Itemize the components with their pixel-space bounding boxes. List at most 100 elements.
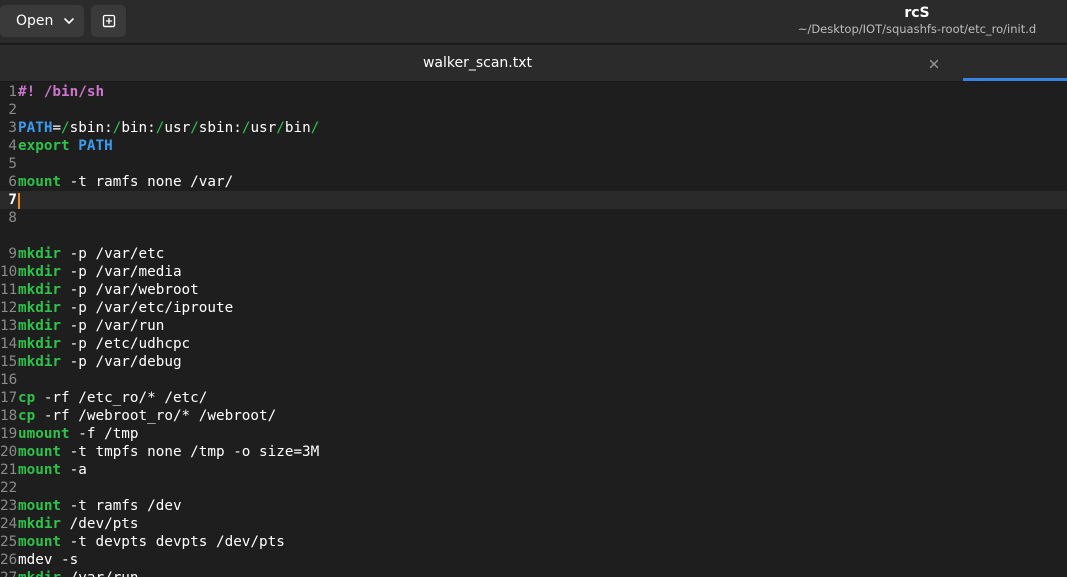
code-line[interactable]: 8 [0,209,1067,227]
code-token: -t ramfs none /var/ [61,174,234,190]
code-token: mkdir [18,318,62,334]
code-text: mount -t tmpfs none /tmp -o size=3M [17,443,319,461]
code-token: mount [18,444,62,460]
code-line[interactable]: 25 mount -t devpts devpts /dev/pts [0,533,1067,551]
code-line[interactable]: 14 mkdir -p /etc/udhcpc [0,335,1067,353]
code-line[interactable]: 20 mount -t tmpfs none /tmp -o size=3M [0,443,1067,461]
code-token: mount [18,462,62,478]
active-tab-indicator [963,78,1067,81]
line-number [0,227,17,245]
tab-walker-scan[interactable]: walker_scan.txt [0,45,955,81]
code-token: export [18,138,70,154]
code-line[interactable]: 2 [0,101,1067,119]
code-token: = [52,120,62,136]
code-text: mkdir -p /var/etc [17,245,164,263]
code-line[interactable]: 9 mkdir -p /var/etc [0,245,1067,263]
code-token: cp [18,390,36,406]
code-token: mount [18,534,62,550]
code-line[interactable]: 24 mkdir /dev/pts [0,515,1067,533]
code-line[interactable]: 15 mkdir -p /var/debug [0,353,1067,371]
code-text: PATH=/sbin:/bin:/usr/sbin:/usr/bin/ [17,119,319,137]
code-line[interactable]: 26 mdev -s [0,551,1067,569]
code-line[interactable]: 21 mount -a [0,461,1067,479]
code-line[interactable]: 22 [0,479,1067,497]
code-token: -rf /etc_ro/* /etc/ [35,390,208,406]
code-line[interactable]: 1 #! /bin/sh [0,83,1067,101]
code-token: mount [18,174,62,190]
code-text: mount -t ramfs none /var/ [17,173,233,191]
code-line[interactable]: 5 [0,155,1067,173]
code-token: -p /var/run [61,318,165,334]
line-number: 26 [0,552,18,568]
text-editor[interactable]: 1 #! /bin/sh 2 3 PATH=/sbin:/bin:/usr/sbin:/… [0,82,1067,577]
open-button[interactable]: Open [0,5,84,37]
code-text: umount -f /tmp [17,425,139,443]
new-tab-button[interactable] [91,5,126,37]
code-token: -p /var/etc [61,246,165,262]
code-line[interactable]: 4 export PATH [0,137,1067,155]
line-number: 2 [8,102,17,118]
tab-close-button[interactable] [924,54,944,74]
code-token: mkdir [18,336,62,352]
code-line[interactable]: 12 mkdir -p /var/etc/iproute [0,299,1067,317]
line-number: 17 [0,390,18,406]
code-text: #! /bin/sh [17,83,104,101]
code-line[interactable]: 6 mount -t ramfs none /var/ [0,173,1067,191]
code-line[interactable]: 27mkdir /var/run [0,569,1067,577]
code-text: cp -rf /etc_ro/* /etc/ [17,389,207,407]
code-token: -p /var/debug [61,354,182,370]
code-token: / [190,120,199,136]
line-number: 22 [0,480,18,496]
code-token: sbin: [69,120,113,136]
code-token: mkdir [18,516,62,532]
code-token: umount [18,426,70,442]
code-line[interactable]: 3 PATH=/sbin:/bin:/usr/sbin:/usr/bin/ [0,119,1067,137]
code-token: -p /var/webroot [61,282,199,298]
code-line[interactable]: 10 mkdir -p /var/media [0,263,1067,281]
code-token: -p /var/media [61,264,182,280]
line-number: 4 [8,138,17,154]
code-text [17,191,20,209]
code-text: mount -t devpts devpts /dev/pts [17,533,285,551]
code-line[interactable]: 17 cp -rf /etc_ro/* /etc/ [0,389,1067,407]
code-line[interactable]: 23 mount -t ramfs /dev [0,497,1067,515]
code-line[interactable] [0,227,1067,245]
code-token: -f /tmp [69,426,139,442]
code-text: mkdir /var/run [17,569,139,577]
code-token: -p /var/etc/iproute [61,300,234,316]
code-token: PATH [78,138,113,154]
line-number: 15 [0,354,18,370]
code-token: -rf /webroot_ro/* /webroot/ [35,408,277,424]
line-number: 6 [8,174,17,190]
code-token: / [310,120,320,136]
code-text: mkdir -p /var/etc/iproute [17,299,233,317]
line-number: 5 [8,156,17,172]
code-token: / [61,120,70,136]
code-line[interactable]: 19 umount -f /tmp [0,425,1067,443]
code-line[interactable]: 18 cp -rf /webroot_ro/* /webroot/ [0,407,1067,425]
code-token: bin: [121,120,156,136]
code-text: mount -t ramfs /dev [17,497,182,515]
new-document-icon [102,14,115,28]
code-token: mkdir [18,246,62,262]
code-token: cp [18,408,36,424]
code-line[interactable]: 16 [0,371,1067,389]
line-number: 13 [0,318,18,334]
code-token: PATH [18,120,53,136]
line-number: 1 [8,84,17,100]
code-line[interactable]: 13 mkdir -p /var/run [0,317,1067,335]
code-text: mkdir -p /var/media [17,263,182,281]
line-number: 8 [8,210,17,226]
code-line[interactable]: 11 mkdir -p /var/webroot [0,281,1067,299]
code-token: mount [18,498,62,514]
code-token: usr [250,120,277,136]
code-line[interactable]: 7 [0,191,1067,209]
code-text: mkdir -p /var/debug [17,353,182,371]
line-number: 24 [0,516,18,532]
code-token: #! /bin/sh [18,84,105,100]
